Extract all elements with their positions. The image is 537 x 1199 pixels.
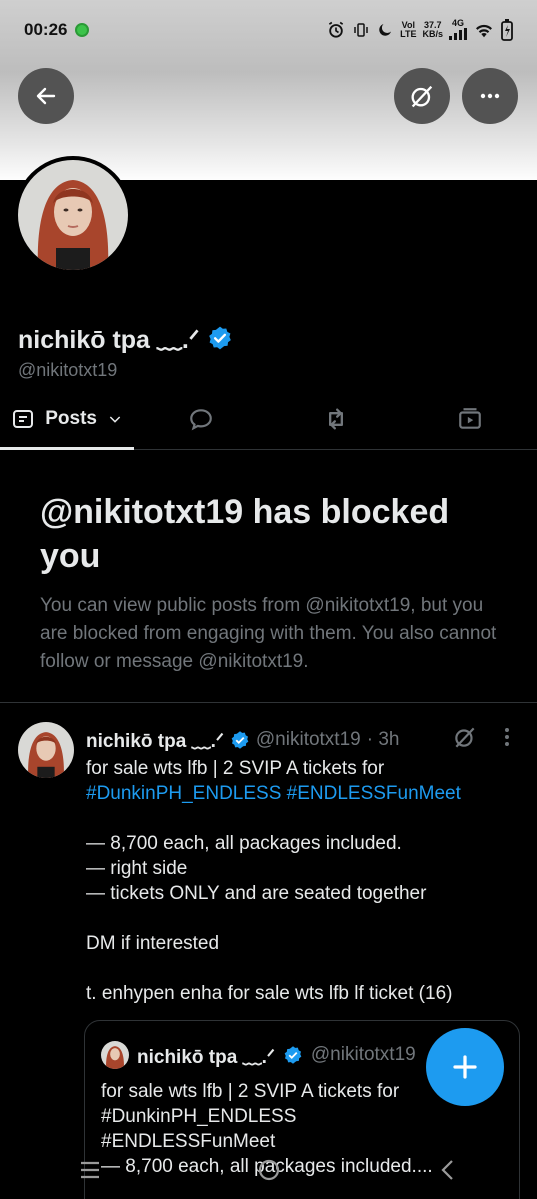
media-icon <box>459 407 481 429</box>
recents-icon[interactable] <box>78 1159 102 1181</box>
status-time: 00:26 <box>24 20 68 39</box>
post-line: for sale wts lfb | 2 SVIP A tickets for <box>86 758 385 779</box>
battery-icon <box>501 19 513 41</box>
post-line: — tickets ONLY and are seated together <box>86 883 427 904</box>
plus-icon <box>453 1055 477 1079</box>
profile-handle: @nikitotxt19 <box>18 360 118 380</box>
speed-unit: KB/s <box>422 29 443 39</box>
post-more-button[interactable] <box>502 726 512 753</box>
post-avatar[interactable] <box>18 722 74 778</box>
post-line: t. enhypen enha for sale wts lfb lf tick… <box>86 983 453 1004</box>
post-line: DM if interested <box>86 933 220 954</box>
posts-icon <box>13 409 34 428</box>
quote-author-name: nichikō tpa ﹏.ᐟ <box>137 1046 275 1068</box>
repost-icon <box>328 408 343 429</box>
grok-icon <box>411 85 433 108</box>
post-grok-button[interactable] <box>452 724 478 755</box>
blocked-notice: @nikitotxt19 has blocked you You can vie… <box>40 490 510 676</box>
hashtag-link[interactable]: #ENDLESSFunMeet <box>287 783 461 804</box>
display-name: nichikō tpa ﹏.ᐟ <box>18 326 200 354</box>
more-vertical-icon <box>505 728 509 746</box>
post-line <box>86 806 526 831</box>
avatar <box>18 160 128 270</box>
post-author-name[interactable]: nichikō tpa ﹏.ᐟ <box>86 726 224 753</box>
profile-name: nichikō tpa ﹏.ᐟ <box>18 320 233 356</box>
tab-posts[interactable]: Posts <box>0 388 135 450</box>
post-header: nichikō tpa ﹏.ᐟ @nikitotxt19 · 3h <box>86 726 399 753</box>
verified-badge-icon <box>284 1046 302 1064</box>
post-text: for sale wts lfb | 2 SVIP A tickets for … <box>86 756 526 1006</box>
status-icons: Vol LTE 37.7 KB/s 4G <box>326 17 513 42</box>
vibrate-icon <box>354 23 368 37</box>
quote-author-handle: @nikitotxt19 <box>310 1044 416 1065</box>
post-time: · 3h <box>366 728 400 750</box>
home-icon[interactable] <box>257 1158 281 1182</box>
back-nav-icon[interactable] <box>436 1158 460 1182</box>
tab-replies[interactable] <box>134 388 268 449</box>
status-bar: 00:26 Vol LTE 37.7 KB/s 4G <box>0 0 537 60</box>
net-label-bottom: LTE <box>400 29 417 39</box>
alarm-icon <box>329 21 344 38</box>
divider <box>0 702 537 703</box>
tab-media[interactable] <box>403 388 537 449</box>
signal-icon <box>449 27 467 40</box>
wifi-icon <box>476 24 492 38</box>
post-line <box>86 906 526 931</box>
profile-avatar[interactable] <box>14 156 132 274</box>
system-nav-bar <box>0 1150 537 1190</box>
reply-icon <box>190 408 213 430</box>
compose-button[interactable] <box>426 1028 504 1106</box>
post-hashtag-line: #DunkinPH_ENDLESS #ENDLESSFunMeet <box>86 781 526 806</box>
recording-dot-icon <box>75 23 90 37</box>
arrow-left-icon <box>36 87 56 105</box>
post-line <box>86 956 526 981</box>
chevron-down-icon <box>109 415 121 423</box>
quote-line: #DunkinPH_ENDLESS <box>101 1106 297 1127</box>
verified-badge-icon <box>209 326 232 350</box>
verified-badge-icon <box>231 730 249 749</box>
grok-icon <box>455 727 475 748</box>
post-line: — right side <box>86 858 188 879</box>
tab-reposts[interactable] <box>269 388 403 449</box>
more-options-button[interactable] <box>462 68 518 124</box>
more-horizontal-icon <box>480 93 500 99</box>
post-author-handle[interactable]: @nikitotxt19 <box>256 729 361 751</box>
quote-header: nichikō tpa ﹏.ᐟ @nikitotxt19 <box>101 1041 416 1069</box>
blocked-title: @nikitotxt19 has blocked you <box>40 493 450 575</box>
hashtag-link[interactable]: #DunkinPH_ENDLESS <box>86 783 281 804</box>
back-button[interactable] <box>18 68 74 124</box>
blocked-description: You can view public posts from @nikitotx… <box>40 595 497 672</box>
quote-avatar <box>101 1041 129 1069</box>
tab-posts-label: Posts <box>45 407 97 429</box>
moon-icon <box>379 24 392 36</box>
profile-tabs: Posts <box>0 388 537 450</box>
network-type: 4G <box>451 17 464 28</box>
post-line: — 8,700 each, all packages included. <box>86 833 402 854</box>
grok-button[interactable] <box>394 68 450 124</box>
